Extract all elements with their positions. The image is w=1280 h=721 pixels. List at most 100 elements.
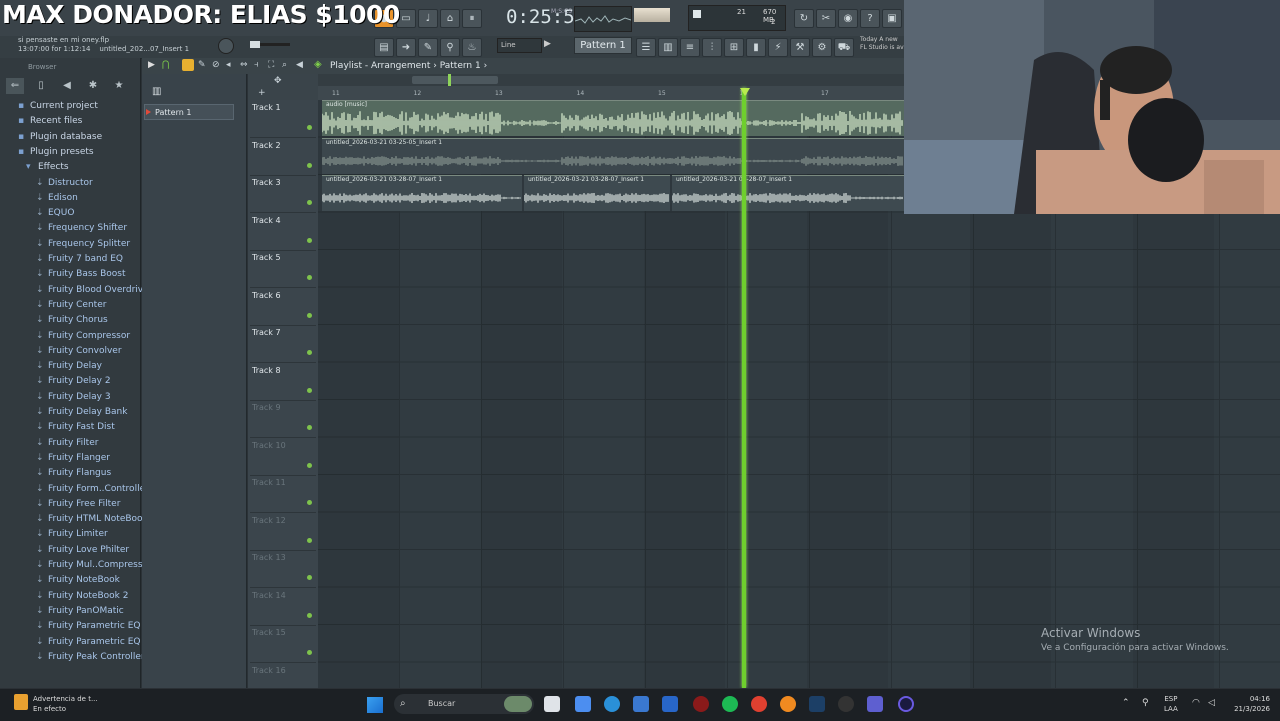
track-mute-led[interactable] xyxy=(307,350,312,355)
track-mute-led[interactable] xyxy=(307,387,312,393)
master-pitch-knob[interactable] xyxy=(218,38,234,54)
track-header[interactable]: Track 5 xyxy=(250,250,316,288)
spotify-icon[interactable] xyxy=(722,696,738,712)
refresh-icon[interactable]: ↻ xyxy=(794,9,814,28)
browser-back-icon[interactable]: ⇐ xyxy=(6,78,24,94)
browser-arrow-icon[interactable]: ◀ xyxy=(58,78,76,94)
teams-icon[interactable] xyxy=(867,696,883,712)
language-indicator[interactable]: ESP LAA xyxy=(1164,694,1178,714)
browser-item[interactable]: Fruity Blood Overdrive xyxy=(48,285,149,295)
playlist-scrollbar[interactable] xyxy=(318,74,904,86)
track-mute-led[interactable] xyxy=(307,500,312,505)
browser-item[interactable]: Fruity Limiter xyxy=(48,529,108,539)
delete-tool-icon[interactable]: ⊘ xyxy=(212,60,220,70)
track-mute-led[interactable] xyxy=(307,237,312,243)
track-mute-led[interactable] xyxy=(307,162,312,168)
pattern-prev-icon[interactable]: ▶ xyxy=(544,39,551,49)
network-icon[interactable]: ⚲ xyxy=(1142,698,1149,708)
mixer-icon[interactable]: ✂ xyxy=(816,9,836,28)
pencil-icon[interactable]: ✎ xyxy=(418,38,438,57)
store-icon[interactable] xyxy=(633,696,649,712)
browser-item[interactable]: Frequency Splitter xyxy=(48,239,130,249)
notification-widget[interactable]: Advertencia de t... En efecto xyxy=(33,694,98,714)
paint-tool-icon[interactable]: ✎ xyxy=(198,60,206,70)
volume-icon[interactable]: ◁ xyxy=(1208,698,1215,708)
track-mute-led[interactable] xyxy=(307,200,312,205)
obs-icon[interactable] xyxy=(838,696,854,712)
plugin-icon[interactable]: ▮ xyxy=(746,38,766,57)
chevron-up-icon[interactable]: ⌃ xyxy=(1122,698,1130,708)
mail-icon[interactable] xyxy=(662,696,678,712)
playlist-title-bar[interactable]: Playlist - Arrangement › Pattern 1 › xyxy=(330,61,487,71)
browser-item[interactable]: Fruity Mul..Compressor xyxy=(48,560,152,570)
browser-item[interactable]: Fruity Flanger xyxy=(48,453,110,463)
save-icon[interactable]: ▣ xyxy=(882,9,902,28)
app-icon-red[interactable] xyxy=(693,696,709,712)
track-mute-led[interactable] xyxy=(307,462,312,468)
browser-item[interactable]: EQUO xyxy=(48,208,74,218)
snap-selector[interactable]: Line xyxy=(497,38,542,53)
pattern-list-icon[interactable]: ▥ xyxy=(152,86,161,97)
browser-item[interactable]: Fruity Filter xyxy=(48,438,98,448)
browser-item[interactable]: Fruity PanOMatic xyxy=(48,606,124,616)
track-mute-led[interactable] xyxy=(307,125,312,130)
browser-item[interactable]: Fruity Fast Dist xyxy=(48,422,115,432)
track-mute-led[interactable] xyxy=(307,612,312,618)
cart-icon[interactable]: ⛟ xyxy=(834,38,854,57)
audio-clip[interactable]: audio [music] xyxy=(322,100,904,136)
track-header[interactable]: Track 3 xyxy=(250,175,316,213)
warning-icon[interactable] xyxy=(14,694,28,710)
track-header[interactable]: Track 4 xyxy=(250,213,316,251)
browser-item[interactable]: Fruity Delay Bank xyxy=(48,407,127,417)
track-header[interactable]: Track 11 xyxy=(250,475,316,513)
browser-item[interactable]: Fruity Form..Controller xyxy=(48,484,149,494)
browser-item[interactable]: Current project xyxy=(30,101,98,111)
playhead-marker[interactable] xyxy=(740,88,750,96)
track-mute-led[interactable] xyxy=(307,275,312,280)
stamp-icon[interactable]: ♨ xyxy=(462,38,482,57)
mixer-faders-icon[interactable]: ⫶ xyxy=(702,38,722,57)
add-track-icon[interactable]: + xyxy=(258,88,266,98)
browser-item[interactable]: Fruity NoteBook xyxy=(48,575,120,585)
help-icon[interactable]: ? xyxy=(860,9,880,28)
news-panel[interactable]: Today A new FL Studio is av xyxy=(860,36,904,52)
track-header[interactable]: Track 15 xyxy=(250,625,316,663)
browser-item[interactable]: Plugin database xyxy=(30,132,102,142)
track-mute-led[interactable] xyxy=(307,575,312,580)
draw-tool-icon[interactable] xyxy=(182,59,194,71)
browser-item[interactable]: Fruity Center xyxy=(48,300,106,310)
pattern-item[interactable]: Pattern 1 xyxy=(144,104,234,120)
tempo-button[interactable]: ♩ xyxy=(418,9,438,28)
browser-item[interactable]: Fruity HTML NoteBook xyxy=(48,514,148,524)
browser-star-icon[interactable]: ★ xyxy=(110,78,128,94)
pattern-selector[interactable]: Pattern 1 xyxy=(574,37,632,54)
track-header[interactable]: Track 10 xyxy=(250,438,316,476)
track-header[interactable]: Track 7 xyxy=(250,325,316,363)
browser-item[interactable]: Fruity Peak Controller xyxy=(48,652,145,662)
playlist-icon[interactable]: ☰ xyxy=(636,38,656,57)
browser-item[interactable]: Fruity Parametric EQ xyxy=(48,621,141,631)
track-mute-led[interactable] xyxy=(307,537,312,543)
chrome-icon[interactable] xyxy=(751,696,767,712)
track-header[interactable]: Track 6 xyxy=(250,288,316,326)
piano-roll-icon[interactable]: ▤ xyxy=(374,38,394,57)
tools-icon[interactable]: ⚒ xyxy=(790,38,810,57)
track-header[interactable]: Track 8 xyxy=(250,363,316,401)
metronome-button[interactable]: ⌂ xyxy=(440,9,460,28)
audio-clip[interactable]: untitled_2026-03-21 03-28-07_Insert 1 xyxy=(322,175,522,211)
task-view-icon[interactable] xyxy=(544,696,560,712)
browser-gear-icon[interactable]: ✱ xyxy=(84,78,102,94)
start-icon[interactable] xyxy=(367,697,383,713)
mic-icon[interactable]: ◉ xyxy=(838,9,858,28)
channel-rack-icon[interactable]: ▥ xyxy=(658,38,678,57)
track-mute-led[interactable] xyxy=(307,312,312,318)
browser-item[interactable]: Recent files xyxy=(30,116,82,126)
audio-clip[interactable]: untitled_2026-03-21 03-25-05_Insert 1 xyxy=(322,137,904,174)
slice-tool-icon[interactable]: ⫞ xyxy=(254,60,259,70)
audio-clip[interactable]: untitled_2026-03-21 03-28-07_Insert 1 xyxy=(524,175,670,211)
scrollbar-thumb[interactable] xyxy=(412,76,498,84)
browser-item[interactable]: Fruity Parametric EQ 2 xyxy=(48,637,149,647)
track-header[interactable]: Track 14 xyxy=(250,588,316,626)
playhead[interactable] xyxy=(742,88,746,688)
select-tool-icon[interactable]: ⛶ xyxy=(268,60,274,70)
